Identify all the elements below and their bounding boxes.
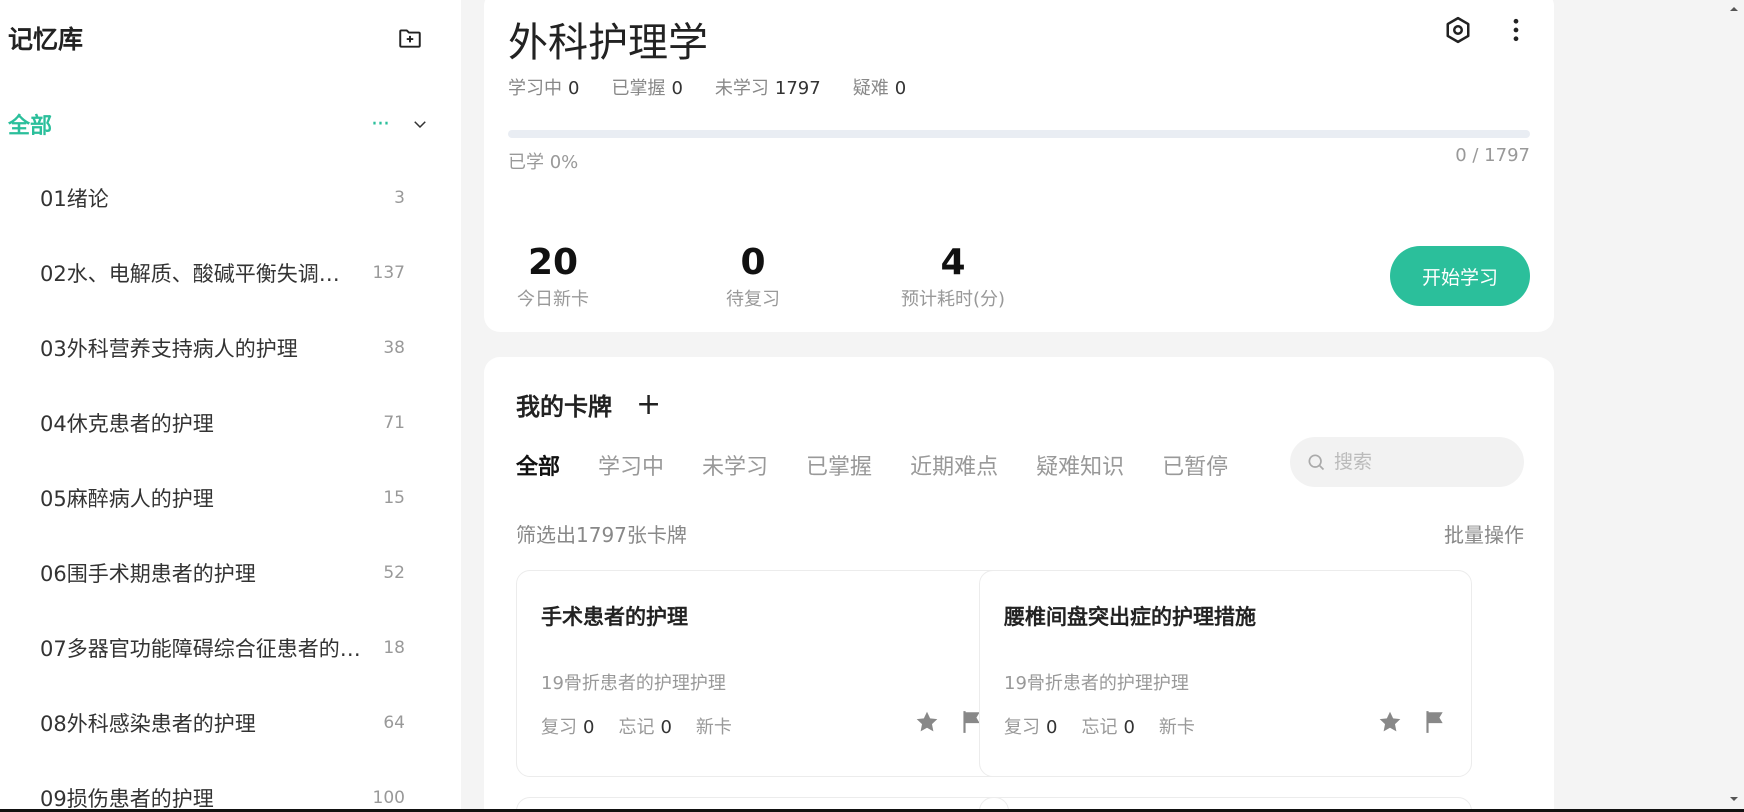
card-status: 新卡 [1158,717,1195,738]
sidebar-item[interactable]: 02水、电解质、酸碱平衡失调病人的护理 137 [0,235,461,310]
sidebar-item[interactable]: 08外科感染患者的护理 64 [0,685,461,760]
start-study-button[interactable]: 开始学习 [1390,246,1530,306]
add-card-button[interactable]: + [636,389,661,420]
sidebar-item-label: 09损伤患者的护理 [40,786,214,811]
tab-learning[interactable]: 学习中 [598,449,664,481]
tab-difficult-knowledge[interactable]: 疑难知识 [1036,449,1124,481]
tab-recent-difficult[interactable]: 近期难点 [910,449,998,481]
sidebar-item-label: 02水、电解质、酸碱平衡失调病人的护理 [40,261,373,286]
card-actions [914,709,984,735]
deck-stats: 学习中 0 已掌握 0 未学习 1797 疑难 0 [508,74,906,100]
search-box [1290,437,1524,487]
sidebar-title: 记忆库 [8,25,84,54]
sidebar-item-label: 06围手术期患者的护理 [40,561,256,586]
card-stats: 复习 0 忘记 0 新卡 [541,713,732,739]
card-status: 新卡 [695,717,732,738]
sidebar-item[interactable]: 01绪论 3 [0,160,461,235]
sidebar-item-count: 38 [383,337,405,358]
card-forget: 忘记 0 [1081,717,1135,738]
tab-unlearned[interactable]: 未学习 [702,449,768,481]
filter-summary: 筛选出1797张卡牌 [516,523,687,547]
sidebar-item-label: 01绪论 [40,186,109,211]
sidebar-group-all[interactable]: 全部 ··· [8,104,438,144]
sidebar-item-count: 52 [383,562,405,583]
sidebar: 记忆库 全部 ··· 01绪论 3 02水、电解质、酸碱平衡失调病人的护理 13… [0,0,461,812]
star-icon[interactable] [914,709,940,735]
settings-button[interactable] [1440,12,1476,48]
scroll-down-arrow-icon[interactable] [1724,792,1744,806]
more-dots-icon[interactable]: ··· [358,112,402,137]
star-icon[interactable] [1377,709,1403,735]
folder-plus-icon [399,29,421,48]
bulk-actions-button[interactable]: 批量操作 [1444,519,1524,548]
deck-overview-card: 外科护理学 学习中 0 已掌握 0 未学习 1797 疑难 0 已学 0% 0 / 17… [484,0,1554,332]
sidebar-header: 记忆库 [8,18,428,58]
cards-header: 我的卡牌 + [516,387,661,422]
sidebar-item-count: 15 [383,487,405,508]
stat-unlearned: 未学习 1797 [714,78,821,99]
sidebar-item[interactable]: 06围手术期患者的护理 52 [0,535,461,610]
sidebar-item[interactable]: 09损伤患者的护理 100 [0,760,461,812]
sidebar-item[interactable]: 05麻醉病人的护理 15 [0,460,461,535]
tab-all[interactable]: 全部 [516,449,560,481]
sidebar-item-label: 08外科感染患者的护理 [40,711,256,736]
metric-to-review: 0 待复习 [726,242,780,310]
stat-mastered: 已掌握 0 [611,78,683,99]
filter-tabs: 全部 学习中 未学习 已掌握 近期难点 疑难知识 已暂停 [516,449,1228,481]
sidebar-list: 01绪论 3 02水、电解质、酸碱平衡失调病人的护理 137 03外科营养支持病… [0,160,461,812]
add-folder-button[interactable] [392,20,428,56]
progress-bar [508,130,1530,138]
stat-difficult: 疑难 0 [852,78,907,99]
sidebar-item-count: 64 [383,712,405,733]
sidebar-item-label: 03外科营养支持病人的护理 [40,336,298,361]
progress-label: 已学 0% [508,152,579,173]
search-icon [1308,454,1325,471]
card-review: 复习 0 [541,717,595,738]
card-title: 腰椎间盘突出症的护理措施 [1004,605,1256,629]
scroll-up-arrow-icon[interactable] [1724,2,1744,16]
card-title: 手术患者的护理 [541,605,688,629]
more-menu-button[interactable] [1498,12,1534,48]
sidebar-item-count: 3 [394,187,405,208]
sidebar-item-count: 100 [372,787,405,808]
card-actions [1377,709,1447,735]
flag-icon[interactable] [1421,709,1447,735]
sidebar-item-count: 71 [383,412,405,433]
sidebar-item-label: 05麻醉病人的护理 [40,486,214,511]
deck-title: 外科护理学 [508,20,708,66]
sidebar-item-label: 07多器官功能障碍综合征患者的护理 [40,636,382,661]
card-stats: 复习 0 忘记 0 新卡 [1004,713,1195,739]
scrollbar[interactable] [1724,0,1744,812]
sidebar-item-label: 04休克患者的护理 [40,411,214,436]
card-forget: 忘记 0 [618,717,672,738]
card-deck: 19骨折患者的护理护理 [1004,673,1189,694]
deck-actions [1440,12,1534,48]
cards-title: 我的卡牌 [516,393,612,421]
card-deck: 19骨折患者的护理护理 [541,673,726,694]
flash-card[interactable]: 手术患者的护理 19骨折患者的护理护理 复习 0 忘记 0 新卡 [516,570,1009,777]
search-input[interactable] [1334,451,1494,473]
tab-paused[interactable]: 已暂停 [1162,449,1228,481]
hexagon-settings-icon [1446,16,1470,44]
tab-mastered[interactable]: 已掌握 [806,449,872,481]
more-vertical-icon [1513,18,1519,42]
sidebar-item-count: 137 [372,262,405,283]
sidebar-group-label: 全部 [8,114,53,139]
chevron-down-icon[interactable] [402,106,438,142]
metric-new-today: 20 今日新卡 [517,242,589,310]
flash-card[interactable]: 腰椎间盘突出症的护理措施 19骨折患者的护理护理 复习 0 忘记 0 新卡 [979,570,1472,777]
metric-estimated-time: 4 预计耗时(分) [900,242,1006,310]
stat-learning: 学习中 0 [508,78,580,99]
sidebar-item[interactable]: 03外科营养支持病人的护理 38 [0,310,461,385]
sidebar-item[interactable]: 07多器官功能障碍综合征患者的护理 18 [0,610,461,685]
sidebar-item[interactable]: 04休克患者的护理 71 [0,385,461,460]
sidebar-item-count: 18 [383,637,405,658]
progress-count: 0 / 1797 [1455,145,1530,166]
card-review: 复习 0 [1004,717,1058,738]
my-cards-section: 我的卡牌 + 全部 学习中 未学习 已掌握 近期难点 疑难知识 已暂停 筛选出1… [484,357,1554,812]
